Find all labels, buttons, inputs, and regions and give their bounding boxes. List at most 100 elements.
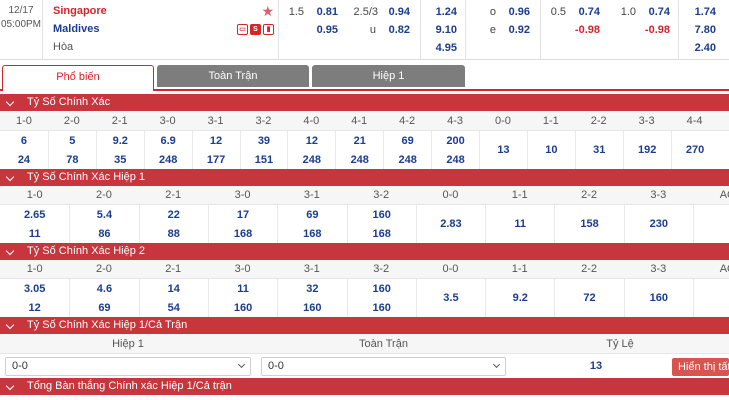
score-odds-away[interactable]: 88 <box>140 225 208 244</box>
section-correct-score[interactable]: Tỷ Số Chính Xác <box>0 94 729 111</box>
score-odds-home[interactable]: 158 <box>555 215 623 234</box>
x12-away-odds[interactable]: 9.10 <box>425 24 457 36</box>
score-cell: 39 151 <box>239 131 288 170</box>
section-correct-score-h1[interactable]: Tỷ Số Chính Xác Hiệp 1 <box>0 169 729 186</box>
score-odds-home[interactable]: 200 <box>432 132 479 151</box>
score-odds-home[interactable]: 32 <box>278 280 346 299</box>
chart-bars-icon[interactable]: ▮ <box>263 24 274 35</box>
score-odds-home[interactable]: 12 <box>193 132 240 151</box>
score-odds-away[interactable]: 160 <box>209 299 277 318</box>
score-odds-home[interactable]: 21 <box>336 132 383 151</box>
score-odds-away[interactable]: 177 <box>193 151 240 170</box>
score-odds-away[interactable]: 160 <box>278 299 346 318</box>
score-odds-home[interactable]: 39 <box>241 132 288 151</box>
score-odds-home[interactable]: 10 <box>528 141 575 160</box>
score-odds-away[interactable]: 248 <box>145 151 192 170</box>
score-odds-home[interactable]: 9.2 <box>486 289 554 308</box>
score-label: 1-1 <box>542 115 559 127</box>
section-htft-exact-total-goals[interactable]: Tổng Bàn thắng Chính xác Hiệp 1/Cả trận <box>0 378 729 395</box>
full-score-value: 0-0 <box>268 360 284 372</box>
h1-hdp-home-odds[interactable]: 0.74 <box>568 6 600 18</box>
h1-hdp-away-odds[interactable]: -0.98 <box>562 24 600 36</box>
score-odds-home[interactable]: 17 <box>209 206 277 225</box>
hdp-home-odds[interactable]: 0.81 <box>308 6 338 18</box>
tab-popular[interactable]: Phổ biến <box>2 65 154 91</box>
score-odds-home[interactable]: 192 <box>624 141 671 160</box>
score-odds-away[interactable]: 54 <box>140 299 208 318</box>
score-odds-away[interactable]: 160 <box>348 299 416 318</box>
show-all-button[interactable]: Hiển thị tất <box>672 358 729 376</box>
ou-over-odds[interactable]: 0.94 <box>380 6 410 18</box>
score-odds-home[interactable]: 2.83 <box>417 215 485 234</box>
score-odds-home[interactable]: 14 <box>140 280 208 299</box>
score-odds-home[interactable]: 9.2 <box>97 132 144 151</box>
score-odds-home[interactable]: 12 <box>288 132 335 151</box>
even-odds[interactable]: 0.92 <box>500 24 530 36</box>
stats-s-icon[interactable]: S <box>250 24 261 35</box>
score-odds-away[interactable]: 248 <box>288 151 335 170</box>
score-odds-away[interactable]: 151 <box>241 151 288 170</box>
section-correct-score-h2[interactable]: Tỷ Số Chính Xác Hiệp 2 <box>0 243 729 260</box>
score-odds-home[interactable]: 11 <box>209 280 277 299</box>
score-odds-away[interactable]: 78 <box>49 151 96 170</box>
h1-x12-draw-odds[interactable]: 2.40 <box>684 42 716 54</box>
score-odds-away[interactable]: 248 <box>384 151 431 170</box>
hdp-away-odds[interactable]: 0.95 <box>308 24 338 36</box>
htft-rate-value[interactable]: 13 <box>511 357 681 376</box>
score-odds-away[interactable]: 168 <box>278 225 346 244</box>
score-odds-home[interactable]: 160 <box>625 289 693 308</box>
score-odds-away[interactable]: 35 <box>97 151 144 170</box>
section-htft-correct-score[interactable]: Tỷ Số Chính Xác Hiệp 1/Cả Trận <box>0 317 729 334</box>
home-team[interactable]: Singapore <box>53 5 107 17</box>
score-odds-away[interactable]: 24 <box>0 151 48 170</box>
h1-x12-home-odds[interactable]: 1.74 <box>684 6 716 18</box>
score-odds-away[interactable]: 248 <box>432 151 479 170</box>
tv-icon[interactable]: ▭ <box>237 24 248 35</box>
score-odds-home[interactable]: 11 <box>486 215 554 234</box>
score-label: 2-1 <box>165 189 182 201</box>
score-odds-home[interactable]: 160 <box>348 206 416 225</box>
score-odds-home[interactable]: 2.65 <box>0 206 69 225</box>
score-odds-home[interactable]: 6.9 <box>145 132 192 151</box>
score-cell <box>693 279 729 317</box>
score-odds-away[interactable]: 12 <box>0 299 69 318</box>
chevron-down-icon <box>237 360 246 369</box>
score-odds-home[interactable]: 5 <box>49 132 96 151</box>
half-score-select[interactable]: 0-0 <box>5 357 251 376</box>
score-odds-home[interactable]: 5.4 <box>70 206 138 225</box>
score-odds-home[interactable]: 4.6 <box>70 280 138 299</box>
x12-draw-odds[interactable]: 4.95 <box>425 42 457 54</box>
odd-odds[interactable]: 0.96 <box>500 6 530 18</box>
tab-first-half[interactable]: Hiệp 1 <box>312 65 465 87</box>
score-odds-away[interactable]: 168 <box>209 225 277 244</box>
score-odds-away[interactable]: 86 <box>70 225 138 244</box>
h1-ou-under-odds[interactable]: -0.98 <box>632 24 670 36</box>
ou-under-odds[interactable]: 0.82 <box>380 24 410 36</box>
h1-ou-over-odds[interactable]: 0.74 <box>638 6 670 18</box>
x12-home-odds[interactable]: 1.24 <box>425 6 457 18</box>
score-odds-home[interactable]: 69 <box>384 132 431 151</box>
score-odds-home[interactable]: 270 <box>672 141 719 160</box>
score-odds-home[interactable]: 31 <box>576 141 623 160</box>
score-odds-away[interactable]: 69 <box>70 299 138 318</box>
score-odds-home[interactable]: 13 <box>480 141 527 160</box>
score-odds-home[interactable]: 160 <box>348 280 416 299</box>
score-odds-home[interactable]: 22 <box>140 206 208 225</box>
score-odds-away[interactable]: 248 <box>336 151 383 170</box>
away-team[interactable]: Maldives <box>53 23 99 35</box>
tab-full-time[interactable]: Toàn Trận <box>157 65 309 87</box>
full-score-select[interactable]: 0-0 <box>261 357 506 376</box>
score-odds-home[interactable]: 3.05 <box>0 280 69 299</box>
score-cell: 69 248 <box>383 131 431 169</box>
score-odds-away[interactable]: 168 <box>348 225 416 244</box>
score-odds-home[interactable]: 3.5 <box>417 289 485 308</box>
score-label: 3-1 <box>303 189 320 201</box>
score-odds-away[interactable]: 11 <box>0 225 69 244</box>
score-odds-home[interactable]: 230 <box>625 215 693 234</box>
score-odds-home[interactable]: 72 <box>555 289 623 308</box>
score-odds-home[interactable]: 69 <box>278 206 346 225</box>
h1-x12-away-odds[interactable]: 7.80 <box>684 24 716 36</box>
favorite-star-icon[interactable]: ★ <box>261 3 274 20</box>
score-cell: 11 160 <box>207 279 277 318</box>
score-odds-home[interactable]: 6 <box>0 132 48 151</box>
